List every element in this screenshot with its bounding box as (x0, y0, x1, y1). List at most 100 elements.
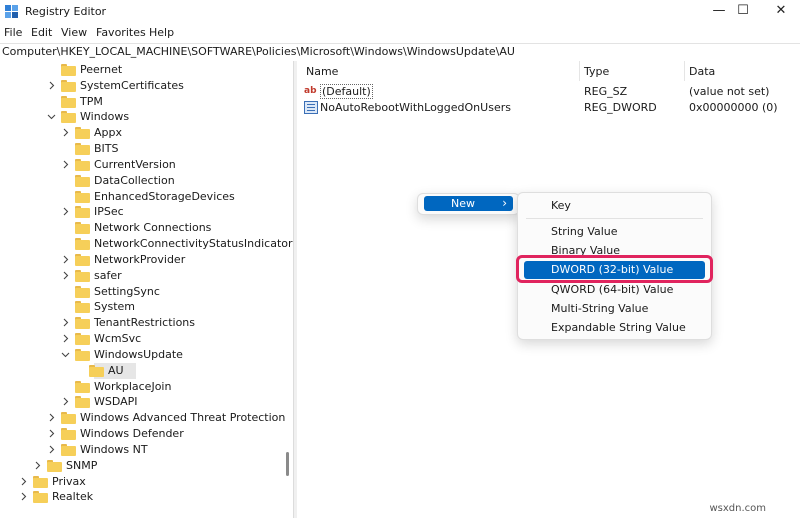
context-item-new[interactable]: New › (424, 196, 513, 211)
tree-item-label: WcmSvc (94, 332, 142, 346)
tree-item[interactable]: Windows Advanced Threat Protection (0, 410, 285, 426)
folder-icon (75, 396, 90, 409)
submenu-item[interactable]: Key (524, 197, 705, 215)
address-path: Computer\HKEY_LOCAL_MACHINE\SOFTWARE\Pol… (2, 45, 515, 58)
tree-item[interactable]: NetworkProvider (0, 252, 284, 268)
folder-icon (75, 206, 90, 219)
menu-favorites[interactable]: Favorites (96, 26, 146, 39)
folder-icon (75, 127, 90, 140)
tree-item[interactable]: WcmSvc (0, 331, 284, 347)
tree-item[interactable]: CurrentVersion (0, 157, 284, 173)
tree-item-label: TenantRestrictions (94, 316, 196, 330)
folder-icon (75, 253, 90, 266)
folder-icon (61, 95, 76, 108)
chevron-right-icon: › (502, 196, 507, 210)
chevron-right-icon[interactable] (19, 477, 28, 486)
chevron-right-icon[interactable] (61, 318, 70, 327)
folder-icon (33, 491, 48, 504)
chevron-right-icon[interactable] (47, 445, 56, 454)
column-header-name[interactable]: Name (306, 61, 338, 81)
chevron-down-icon[interactable] (47, 112, 56, 121)
tree-item[interactable]: Windows Defender (0, 426, 284, 442)
tree-item-label: Network Connections (94, 221, 212, 235)
tree-item[interactable]: WSDAPI (0, 394, 284, 410)
menu-view[interactable]: View (61, 26, 87, 39)
column-separator[interactable] (684, 61, 685, 81)
tree-item[interactable]: AU (0, 363, 284, 379)
chevron-right-icon[interactable] (61, 207, 70, 216)
submenu-item[interactable]: QWORD (64-bit) Value (524, 281, 705, 299)
chevron-right-icon[interactable] (61, 334, 70, 343)
chevron-right-icon[interactable] (19, 492, 28, 501)
tree-item-label: SettingSync (94, 284, 160, 298)
submenu-item[interactable]: String Value (524, 223, 705, 241)
tree-item[interactable]: Peernet (0, 62, 284, 78)
value-row-noautoreboot[interactable]: NoAutoRebootWithLoggedOnUsers REG_DWORD … (297, 100, 800, 116)
binary-value-icon (304, 101, 318, 114)
chevron-right-icon[interactable] (47, 81, 56, 90)
tree-item[interactable]: SystemCertificates (0, 78, 284, 94)
submenu-item[interactable]: Expandable String Value (524, 319, 705, 337)
column-separator[interactable] (579, 61, 580, 81)
tree-item[interactable]: safer (0, 268, 284, 284)
tree-item-label: WindowsUpdate (94, 347, 183, 361)
folder-icon (75, 317, 90, 330)
chevron-right-icon[interactable] (33, 461, 42, 470)
tree-item[interactable]: Appx (0, 125, 284, 141)
tree-item-label: SNMP (66, 458, 98, 472)
tree-scrollbar-thumb[interactable] (286, 452, 289, 476)
value-data: (value not set) (689, 85, 770, 98)
value-row-default[interactable]: ab (Default) REG_SZ (value not set) (297, 84, 800, 100)
tree-item[interactable]: Network Connections (0, 220, 284, 236)
folder-icon (75, 174, 90, 187)
folder-icon (33, 475, 48, 488)
close-button[interactable]: ✕ (758, 0, 800, 24)
value-name: (Default) (320, 84, 373, 99)
tree-item[interactable]: BITS (0, 141, 284, 157)
tree-item[interactable]: IPSec (0, 204, 284, 220)
tree-item[interactable]: NetworkConnectivityStatusIndicator (0, 236, 293, 252)
registry-tree[interactable]: Peernet SystemCertificates TPM Windows Appx B… (0, 61, 293, 518)
tree-item[interactable]: Realtek (0, 489, 284, 505)
column-header-data[interactable]: Data (689, 61, 715, 81)
tree-item[interactable]: WindowsUpdate (0, 347, 284, 363)
submenu-item-label: Multi-String Value (551, 302, 649, 315)
submenu-separator (526, 218, 703, 219)
tree-item-label: NetworkConnectivityStatusIndicator (94, 237, 293, 251)
chevron-right-icon[interactable] (61, 397, 70, 406)
tree-item[interactable]: Privax (0, 474, 284, 490)
folder-icon (61, 443, 76, 456)
folder-icon (75, 143, 90, 156)
chevron-right-icon[interactable] (61, 160, 70, 169)
folder-icon (61, 111, 76, 124)
tree-item[interactable]: DataCollection (0, 173, 284, 189)
tree-item[interactable]: WorkplaceJoin (0, 379, 284, 395)
value-data: 0x00000000 (0) (689, 101, 778, 114)
tree-item[interactable]: EnhancedStorageDevices (0, 189, 284, 205)
folder-icon (47, 459, 62, 472)
submenu-item-label: Expandable String Value (551, 321, 686, 334)
address-bar[interactable]: Computer\HKEY_LOCAL_MACHINE\SOFTWARE\Pol… (0, 43, 800, 62)
chevron-right-icon[interactable] (47, 413, 56, 422)
tree-item[interactable]: TPM (0, 94, 284, 110)
tree-item[interactable]: System (0, 299, 284, 315)
tree-item[interactable]: SettingSync (0, 284, 284, 300)
tree-item-label: IPSec (94, 205, 124, 219)
column-header-type[interactable]: Type (584, 61, 609, 81)
menu-edit[interactable]: Edit (31, 26, 52, 39)
chevron-right-icon[interactable] (61, 271, 70, 280)
menu-help[interactable]: Help (149, 26, 174, 39)
chevron-down-icon[interactable] (61, 350, 70, 359)
tree-item[interactable]: SNMP (0, 458, 284, 474)
tree-item[interactable]: Windows NT (0, 442, 284, 458)
menu-file[interactable]: File (4, 26, 22, 39)
chevron-right-icon[interactable] (61, 128, 70, 137)
chevron-right-icon[interactable] (61, 255, 70, 264)
title-bar: Registry Editor — ☐ ✕ (0, 0, 800, 24)
chevron-right-icon[interactable] (47, 429, 56, 438)
tree-item[interactable]: Windows (0, 109, 284, 125)
context-menu: New › (417, 193, 520, 215)
submenu-item[interactable]: Multi-String Value (524, 300, 705, 318)
tree-scrollbar[interactable] (284, 61, 292, 518)
tree-item[interactable]: TenantRestrictions (0, 315, 284, 331)
